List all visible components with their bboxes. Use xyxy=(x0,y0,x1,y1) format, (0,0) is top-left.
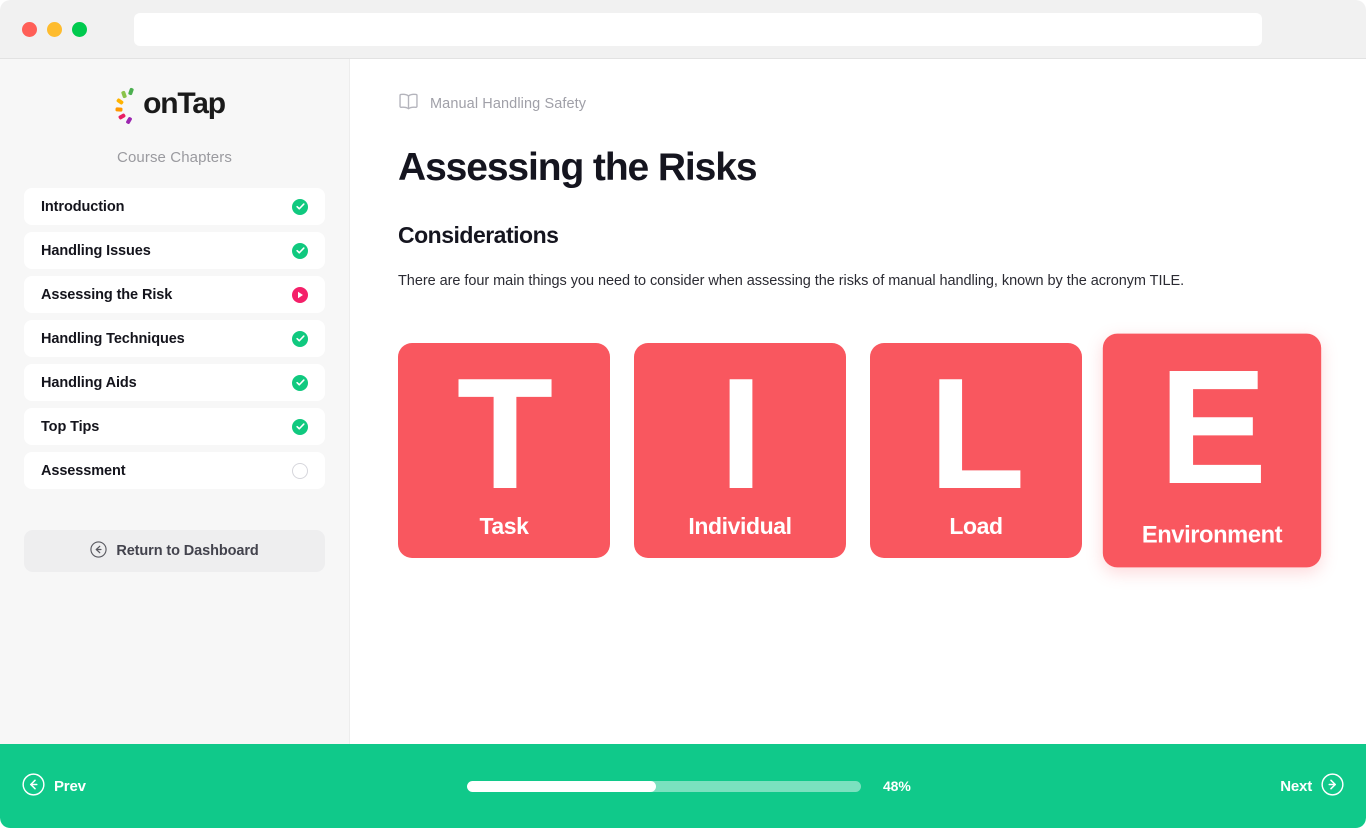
sidebar-item-handling-techniques[interactable]: Handling Techniques xyxy=(24,320,325,357)
body-paragraph: There are four main things you need to c… xyxy=(398,272,1185,289)
book-icon xyxy=(398,92,419,116)
next-button[interactable]: Next xyxy=(1280,773,1344,799)
prev-label: Prev xyxy=(54,777,86,795)
breadcrumb: Manual Handling Safety xyxy=(398,92,1318,116)
sidebar-item-introduction[interactable]: Introduction xyxy=(24,188,325,225)
section-subheading: Considerations xyxy=(398,221,559,248)
sidebar-item-assessment[interactable]: Assessment xyxy=(24,452,325,489)
check-circle-icon xyxy=(292,242,308,259)
logo-text: onTap xyxy=(143,87,226,120)
tile-card-row: T Task I Individual L Load E Environment xyxy=(398,333,1322,568)
maximize-window-button[interactable] xyxy=(72,21,87,37)
tile-card-environment[interactable]: E Environment xyxy=(1102,333,1322,568)
tile-card-load[interactable]: L Load xyxy=(870,343,1082,559)
tile-name: Load xyxy=(949,513,1003,540)
sidebar-item-handling-issues[interactable]: Handling Issues xyxy=(24,232,325,269)
check-circle-icon xyxy=(292,330,308,347)
progress-bar-fill xyxy=(467,780,657,792)
minimize-window-button[interactable] xyxy=(47,21,62,37)
course-progress: 48% xyxy=(467,778,911,794)
sidebar-item-assessing-the-risk[interactable]: Assessing the Risk xyxy=(24,276,325,313)
check-circle-icon xyxy=(292,374,308,391)
tile-letter: I xyxy=(719,346,763,523)
chapter-label: Assessment xyxy=(41,462,126,479)
sidebar-item-top-tips[interactable]: Top Tips xyxy=(24,408,325,445)
tile-letter: L xyxy=(928,346,1026,523)
chapter-label: Handling Issues xyxy=(41,242,151,259)
main-content: Manual Handling Safety Assessing the Ris… xyxy=(350,59,1366,744)
traffic-lights xyxy=(22,21,87,37)
play-circle-icon xyxy=(292,286,308,303)
progress-percent-label: 48% xyxy=(883,778,911,794)
arrow-left-circle-icon xyxy=(90,541,107,561)
arrow-right-circle-icon xyxy=(1321,773,1344,799)
return-to-dashboard-button[interactable]: Return to Dashboard xyxy=(24,530,325,572)
breadcrumb-text: Manual Handling Safety xyxy=(430,96,587,112)
address-bar[interactable] xyxy=(134,13,1262,46)
prev-button[interactable]: Prev xyxy=(22,773,86,799)
page-body: onTap Course Chapters Introduction Handl… xyxy=(0,59,1366,744)
chapter-list: Introduction Handling Issues Assessing t… xyxy=(24,188,325,489)
logo-burst-icon xyxy=(115,87,142,125)
browser-chrome xyxy=(0,0,1366,59)
tile-letter: T xyxy=(456,346,554,523)
progress-bar-track xyxy=(467,780,861,792)
app-window: onTap Course Chapters Introduction Handl… xyxy=(0,0,1366,828)
check-circle-icon xyxy=(292,418,308,435)
close-window-button[interactable] xyxy=(22,21,37,37)
tile-name: Individual xyxy=(688,513,792,540)
return-to-dashboard-label: Return to Dashboard xyxy=(116,543,259,559)
chapter-label: Handling Aids xyxy=(41,374,137,391)
course-navigation-footer: Prev 48% Next xyxy=(0,744,1366,828)
chapter-label: Introduction xyxy=(41,198,125,215)
tile-card-individual[interactable]: I Individual xyxy=(634,343,846,559)
empty-circle-icon xyxy=(292,462,308,479)
next-label: Next xyxy=(1280,777,1312,795)
tile-name: Task xyxy=(479,513,529,540)
chapter-label: Top Tips xyxy=(41,418,100,435)
chapter-label: Assessing the Risk xyxy=(41,286,173,303)
page-title: Assessing the Risks xyxy=(398,146,758,189)
tile-name: Environment xyxy=(1141,521,1283,549)
check-circle-icon xyxy=(292,198,308,215)
brand-logo: onTap xyxy=(24,59,325,143)
sidebar-item-handling-aids[interactable]: Handling Aids xyxy=(24,364,325,401)
tile-card-task[interactable]: T Task xyxy=(398,343,610,559)
arrow-left-circle-icon xyxy=(22,773,45,799)
chapter-label: Handling Techniques xyxy=(41,330,185,347)
sidebar-section-label: Course Chapters xyxy=(117,149,232,166)
tile-letter: E xyxy=(1158,336,1268,519)
sidebar: onTap Course Chapters Introduction Handl… xyxy=(0,59,350,744)
